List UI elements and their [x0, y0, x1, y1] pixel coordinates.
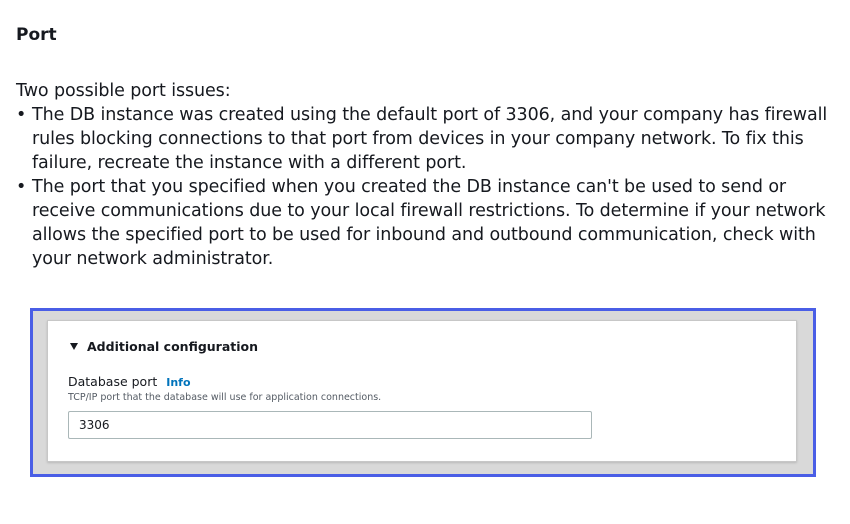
issues-list: • The DB instance was created using the …	[16, 103, 838, 271]
caret-down-icon[interactable]	[70, 343, 78, 350]
list-item: • The DB instance was created using the …	[16, 103, 838, 175]
screenshot-frame: Additional configuration Database port I…	[30, 308, 816, 477]
database-port-label-row: Database port Info	[68, 374, 191, 389]
info-link[interactable]: Info	[166, 376, 190, 389]
issue-text: The DB instance was created using the de…	[32, 105, 828, 173]
database-port-description: TCP/IP port that the database will use f…	[68, 392, 382, 403]
bullet-glyph: •	[16, 177, 27, 197]
issue-text: The port that you specified when you cre…	[32, 177, 826, 269]
additional-configuration-toggle[interactable]: Additional configuration	[70, 339, 258, 354]
bullet-glyph: •	[16, 105, 27, 125]
section-heading: Port	[16, 25, 57, 45]
database-port-label: Database port	[68, 374, 158, 389]
section-title: Additional configuration	[87, 339, 259, 354]
intro-text: Two possible port issues:	[16, 81, 231, 101]
additional-configuration-panel: Additional configuration Database port I…	[47, 320, 797, 462]
document-section: Port Two possible port issues: • The DB …	[16, 24, 838, 271]
database-port-input[interactable]	[68, 411, 592, 439]
list-item: • The port that you specified when you c…	[16, 175, 838, 271]
